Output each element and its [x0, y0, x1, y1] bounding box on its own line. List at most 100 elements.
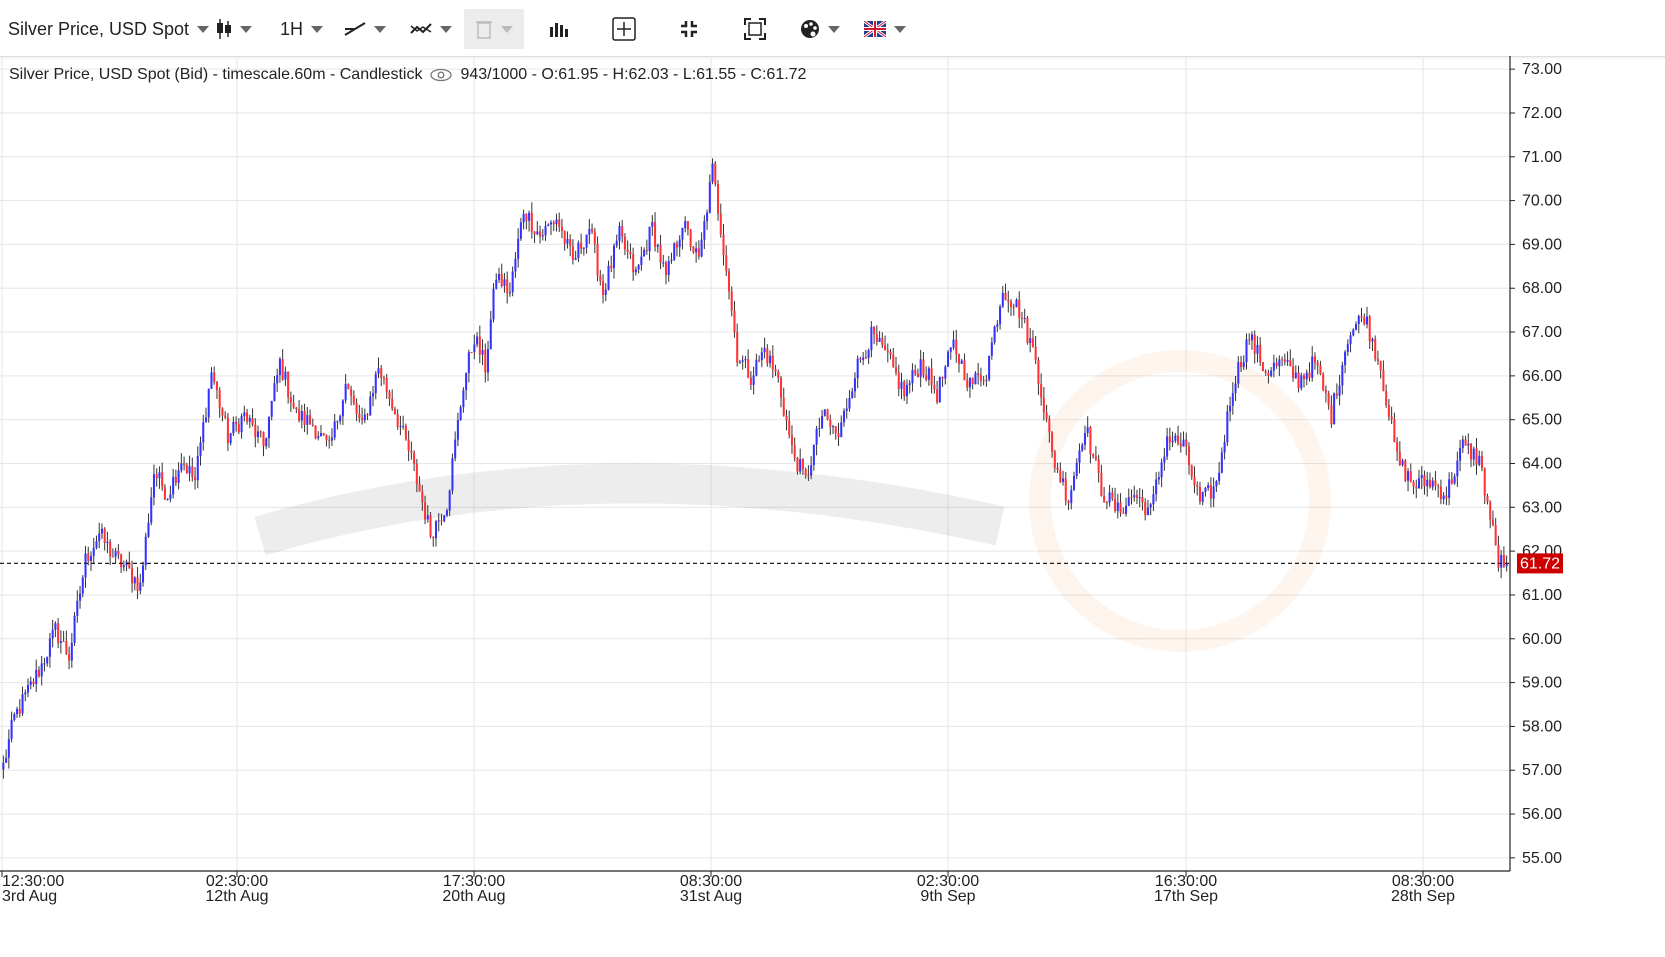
indicators-button[interactable]: [410, 9, 452, 49]
chevron-down-icon: [440, 25, 452, 33]
fullscreen-button[interactable]: [679, 9, 699, 49]
candle-body: [103, 528, 106, 544]
candle-body: [276, 375, 279, 384]
fullscreen-icon: [681, 21, 697, 37]
candle-body: [1042, 397, 1045, 413]
eye-icon[interactable]: [430, 68, 453, 82]
candle-body: [109, 541, 112, 557]
candle-body: [1144, 502, 1147, 516]
candle-body: [180, 463, 183, 471]
candle-body: [949, 347, 952, 352]
candle-body: [1363, 317, 1366, 325]
candle-body: [1160, 462, 1163, 478]
candle-body: [1229, 405, 1232, 412]
candle-body: [1007, 299, 1010, 302]
candle-body: [26, 684, 30, 693]
candle-body: [1111, 492, 1114, 499]
frame-icon: [744, 18, 766, 40]
candle-body: [1272, 362, 1275, 371]
chart-type-button[interactable]: [216, 9, 252, 49]
candle-body: [1398, 451, 1401, 466]
uk-flag-icon: [864, 21, 886, 37]
candle-body: [503, 279, 506, 286]
candle-body: [1313, 356, 1316, 363]
candle-body: [1338, 385, 1341, 396]
candle-body: [251, 418, 254, 425]
candle-body: [1281, 359, 1284, 361]
language-button[interactable]: [864, 9, 906, 49]
candle-body: [1155, 479, 1158, 495]
candle-body: [1220, 452, 1223, 473]
candle-body: [289, 397, 292, 403]
candle-body: [57, 623, 60, 643]
candle-body: [1283, 359, 1286, 362]
candle-body: [1196, 485, 1199, 488]
candle-body: [1187, 446, 1191, 466]
candle-body: [70, 642, 73, 661]
candle-body: [832, 426, 835, 428]
crosshair-button[interactable]: [612, 9, 636, 49]
candle-body: [1327, 393, 1330, 405]
candle-body: [747, 359, 750, 378]
candle-body: [1324, 389, 1327, 394]
candle-body: [580, 242, 583, 249]
candle-body: [525, 213, 528, 221]
candle-body: [673, 243, 676, 260]
candle-body: [585, 234, 588, 248]
zoom-fit-button[interactable]: [744, 9, 766, 49]
candle-body: [37, 669, 40, 677]
candle-body: [738, 361, 741, 363]
candle-body: [1387, 404, 1390, 417]
candle-body: [306, 415, 309, 425]
candle-body: [1097, 459, 1100, 473]
chevron-down-icon: [240, 25, 252, 33]
candle-body: [1048, 418, 1051, 433]
candle-body: [810, 465, 813, 476]
candle-body: [487, 349, 490, 373]
theme-button[interactable]: [800, 9, 840, 49]
candle-body: [752, 375, 755, 385]
candle-body: [1489, 501, 1492, 520]
chevron-down-icon: [311, 25, 324, 33]
x-tick-date: 3rd Aug: [2, 888, 57, 905]
candle-body: [996, 324, 999, 327]
draw-line-button[interactable]: [344, 9, 386, 49]
candle-body: [730, 291, 733, 311]
candle-body: [413, 452, 416, 464]
candle-body: [1248, 339, 1251, 341]
candle-body: [856, 358, 859, 379]
candle-body: [235, 421, 238, 425]
volume-button[interactable]: [549, 9, 569, 49]
candle-body: [89, 556, 93, 562]
candle-body: [141, 565, 145, 583]
candle-body: [100, 528, 103, 534]
interval-button[interactable]: 1H: [280, 9, 324, 49]
chevron-down-icon: [374, 25, 386, 33]
candle-body: [424, 502, 427, 520]
candle-body: [1070, 489, 1073, 504]
candle-body: [248, 418, 251, 422]
candle-body: [492, 288, 495, 320]
delete-button[interactable]: [464, 9, 524, 49]
candle-body: [1302, 375, 1306, 380]
candle-body: [1020, 317, 1023, 319]
candle-body: [500, 274, 503, 286]
candle-body: [300, 411, 303, 421]
candle-body: [369, 396, 372, 416]
candle-body: [1374, 338, 1377, 359]
legend-stats: 943/1000 - O:61.95 - H:62.03 - L:61.55 -…: [460, 66, 807, 83]
candle-body: [552, 222, 555, 225]
candle-body: [1376, 358, 1379, 362]
candle-body: [1201, 491, 1204, 502]
candle-body: [662, 262, 665, 264]
price-chart[interactable]: 73.00 72.00 71.00 70.00 69.00 68.00 67.00 66.00…: [0, 56, 1665, 957]
candle-body: [1423, 475, 1426, 487]
candle-body: [897, 372, 900, 389]
candle-body: [1207, 485, 1210, 488]
candle-body: [1127, 497, 1130, 506]
symbol-selector[interactable]: Silver Price, USD Spot: [8, 9, 210, 49]
candle-body: [695, 248, 698, 253]
x-tick-date: 9th Sep: [920, 888, 975, 905]
candle-body: [1100, 472, 1103, 496]
candle-body: [1464, 439, 1467, 446]
